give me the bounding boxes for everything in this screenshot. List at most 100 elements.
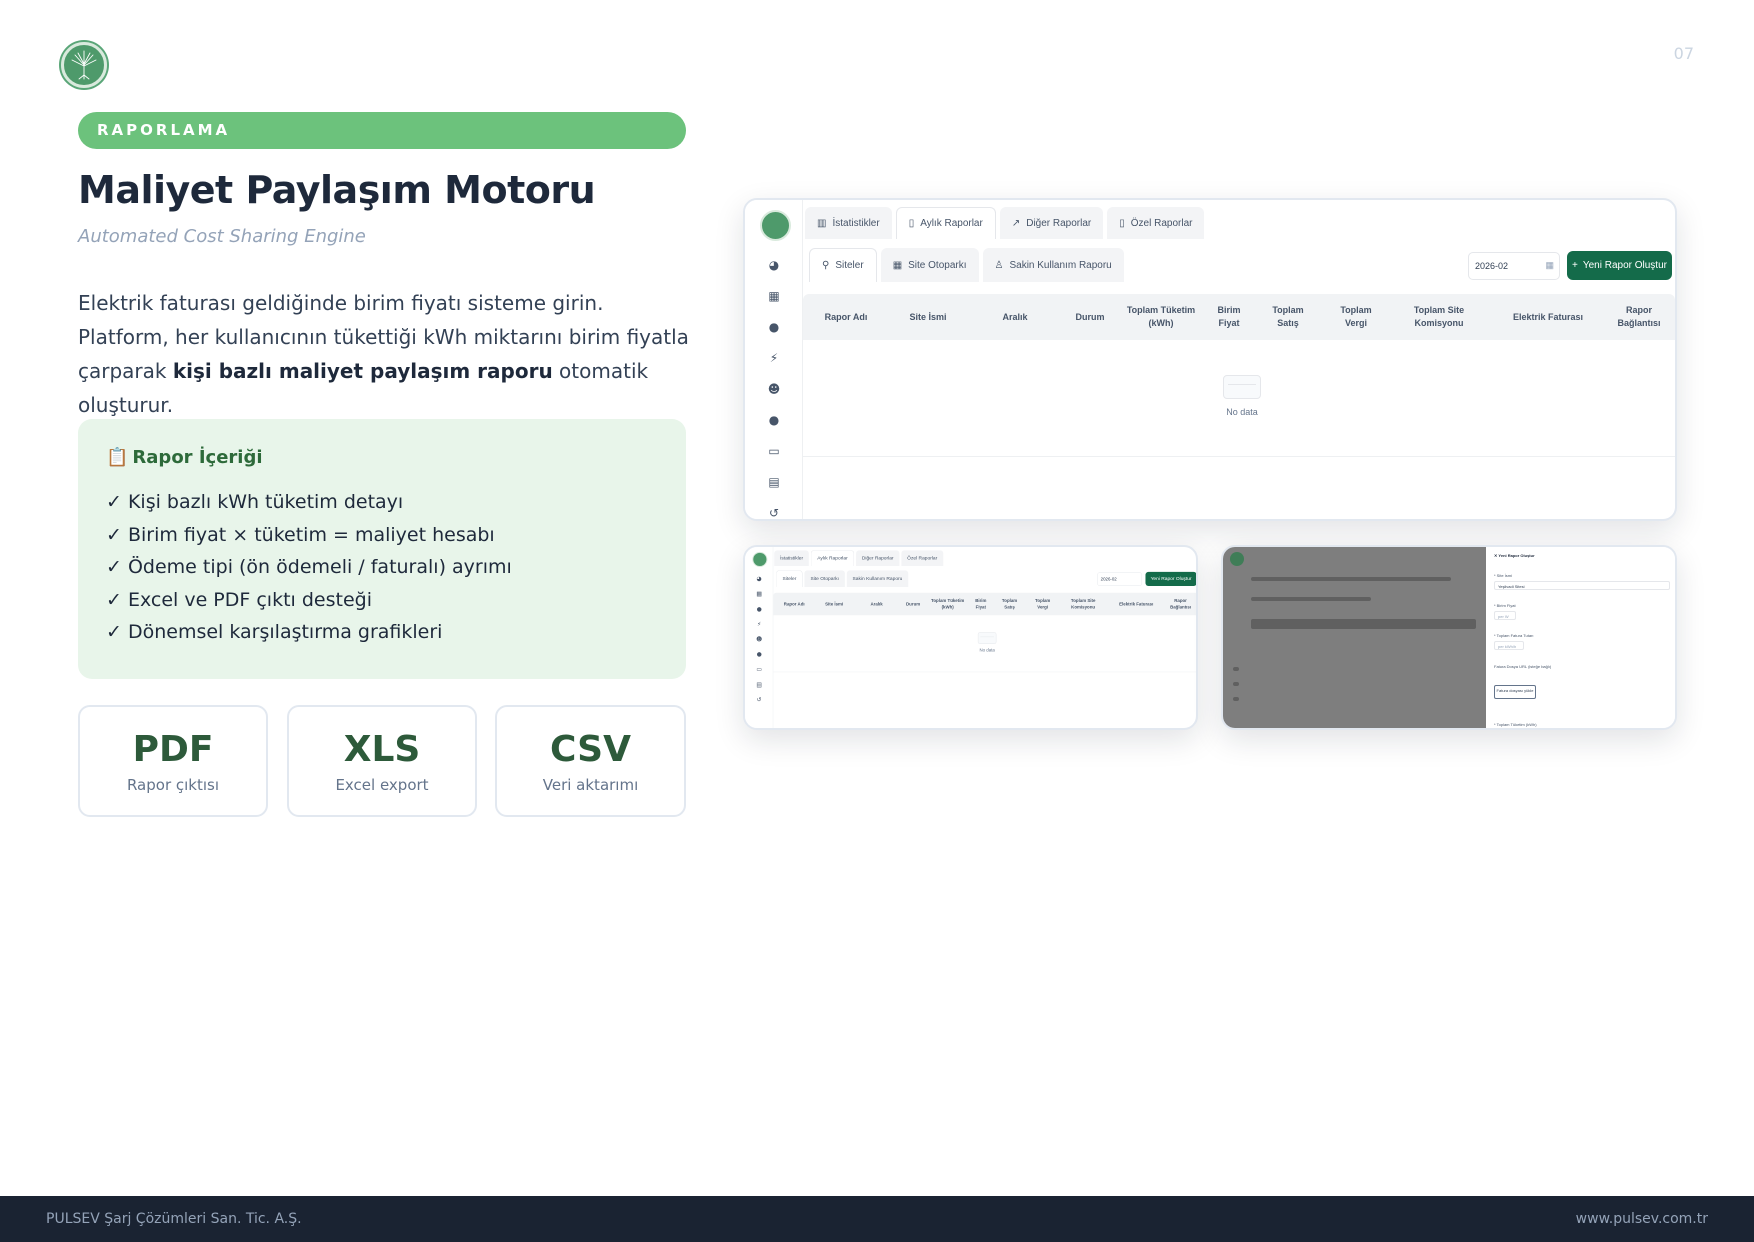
- format-card-pdf: PDF Rapor çıktısı: [78, 705, 268, 817]
- field-label-text: Birim Fiyat: [1496, 603, 1516, 608]
- list-item: ✓ Birim fiyat × tüketim = maliyet hesabı: [106, 523, 495, 546]
- page-number: 07: [1673, 44, 1694, 63]
- tab-site-parking[interactable]: ▦ Site Otoparkı: [880, 248, 979, 282]
- column-header: Rapor Bağlantısı: [1617, 305, 1661, 328]
- column-header: Rapor Adı: [783, 601, 805, 607]
- field-label: * Site İsmi: [1494, 573, 1513, 578]
- credit-card-icon[interactable]: ▭: [767, 444, 781, 458]
- tab-label: Siteler: [835, 260, 864, 271]
- location-pin-icon: ●: [756, 605, 762, 613]
- footer-website[interactable]: www.pulsev.com.tr: [1576, 1211, 1708, 1227]
- column-header: Durum: [906, 601, 921, 607]
- month-picker[interactable]: 2026-02 ▦: [1468, 252, 1560, 280]
- app-sidebar: ◕ ▦ ● ⚡ ☻ ● ▭ ▤ ↺: [745, 200, 803, 519]
- blurred-table-header: [1251, 619, 1476, 629]
- building-icon[interactable]: ▦: [767, 289, 781, 303]
- tab-label: Aylık Raporlar: [817, 555, 848, 562]
- month-picker-value: 2026-02: [1475, 261, 1509, 271]
- tab-resident-usage: Sakin Kullanım Raporu: [846, 570, 909, 587]
- new-report-button: Yeni Rapor Oluştur: [1145, 571, 1196, 586]
- blurred-sidebar: [1233, 697, 1239, 701]
- sites-icon: ⚲: [822, 260, 830, 271]
- sub-tabs: Siteler Site Otoparkı Sakin Kullanım Rap…: [773, 570, 909, 588]
- column-header: Toplam Satış: [1272, 305, 1304, 328]
- format-ext: CSV: [550, 729, 631, 770]
- pie-chart-icon[interactable]: ◕: [767, 258, 781, 272]
- upload-label: Fatura Dosya URL (isteğe bağlı): [1494, 664, 1552, 669]
- user-icon[interactable]: ●: [767, 413, 781, 427]
- tab-resident-usage[interactable]: ♙ Sakin Kullanım Raporu: [982, 248, 1124, 282]
- charger-icon: ⚡: [757, 620, 762, 628]
- tab-statistics[interactable]: ▥ İstatistikler: [805, 207, 892, 239]
- column-header: Toplam Vergi: [1035, 598, 1051, 610]
- thumbnail-content: ◕ ▦ ● ⚡ ☻ ● ▭ ▤ ↺ İstatistikler Aylık Ra…: [745, 547, 1196, 728]
- page-subtitle: Automated Cost Sharing Engine: [78, 226, 366, 247]
- format-card-xls: XLS Excel export: [287, 705, 477, 817]
- month-picker: 2026-02: [1097, 572, 1143, 586]
- tab-other-reports[interactable]: ↗ Diğer Raporlar: [999, 207, 1104, 239]
- list-item: ✓ Ödeme tipi (ön ödemeli / faturalı) ayr…: [106, 556, 512, 579]
- history-icon: ↺: [756, 696, 762, 703]
- section-tag: RAPORLAMA: [78, 112, 686, 149]
- column-header: Toplam Tüketim (kWh): [1126, 305, 1196, 328]
- clipboard-icon: 📋: [106, 447, 129, 468]
- column-header: Toplam Vergi: [1340, 305, 1372, 328]
- history-icon[interactable]: ↺: [767, 506, 781, 519]
- column-header: Durum: [1075, 311, 1105, 322]
- table-header: Rapor Adı Site İsmi Aralık Durum Toplam …: [803, 294, 1675, 340]
- tab-statistics: İstatistikler: [774, 550, 809, 567]
- tab-label: Diğer Raporlar: [1026, 217, 1092, 229]
- site-select[interactable]: Yeşilvadi Sitesi: [1494, 581, 1670, 590]
- empty-state: No data: [973, 632, 1002, 653]
- blurred-subtabs: [1251, 597, 1371, 601]
- column-header: Toplam Site Komisyonu: [1413, 305, 1465, 328]
- footer-company: PULSEV Şarj Çözümleri San. Tic. A.Ş.: [46, 1211, 302, 1227]
- empty-state: No data: [1212, 375, 1272, 417]
- top-tabs: ▥ İstatistikler ▯ Aylık Raporlar ↗ Diğer Ra…: [803, 200, 1205, 244]
- tab-label: Site Otoparkı: [908, 259, 967, 271]
- empty-inbox-icon: [977, 632, 997, 644]
- tab-label: İstatistikler: [832, 217, 880, 229]
- tab-custom-reports[interactable]: ▯ Özel Raporlar: [1107, 207, 1205, 239]
- pie-chart-icon: ◕: [756, 575, 762, 583]
- new-report-button[interactable]: + Yeni Rapor Oluştur: [1567, 251, 1672, 280]
- format-label: Rapor çıktısı: [126, 776, 220, 794]
- report-content-box: 📋 Rapor İçeriği ✓ Kişi bazlı kWh tüketim…: [78, 419, 686, 679]
- blurred-sidebar: [1233, 682, 1239, 686]
- app-logo: [760, 210, 791, 241]
- sub-tabs: ⚲ Siteler ▦ Site Otoparkı ♙ Sakin Kullanım …: [803, 248, 1124, 284]
- invoice-total-input[interactable]: per kWh/h: [1494, 641, 1524, 650]
- column-header: Elektrik Faturası: [1512, 311, 1584, 322]
- field-label: * Birim Fiyat: [1494, 603, 1516, 608]
- tab-monthly-reports[interactable]: ▯ Aylık Raporlar: [895, 207, 996, 239]
- unit-price-input[interactable]: per W: [1494, 611, 1516, 620]
- receipt-icon[interactable]: ▤: [767, 475, 781, 489]
- description-bold: kişi bazlı maliyet paylaşım raporu: [172, 359, 553, 383]
- users-icon[interactable]: ☻: [767, 382, 781, 396]
- report-content-title-text: Rapor İçeriği: [132, 447, 263, 468]
- charger-icon[interactable]: ⚡: [767, 351, 781, 365]
- list-item: ✓ Dönemsel karşılaştırma grafikleri: [106, 621, 443, 644]
- user-outline-icon: ♙: [994, 259, 1004, 271]
- receipt-icon: ▤: [756, 680, 762, 688]
- tab-label: Aylık Raporlar: [920, 218, 983, 229]
- users-icon: ☻: [756, 635, 763, 643]
- tab-other-reports: Diğer Raporlar: [856, 550, 900, 567]
- tab-sites: Siteler: [776, 570, 803, 587]
- empty-state-text: No data: [1226, 407, 1258, 417]
- tab-sites[interactable]: ⚲ Siteler: [809, 248, 877, 282]
- column-header: Birim Fiyat: [1217, 305, 1241, 328]
- format-card-csv: CSV Veri aktarımı: [495, 705, 686, 817]
- column-header: Rapor Bağlantısı: [1170, 598, 1192, 610]
- document-icon: ▯: [908, 218, 915, 229]
- upload-invoice-button[interactable]: Fatura dosyası yükle: [1494, 685, 1536, 699]
- reports-thumbnail: ◕ ▦ ● ⚡ ☻ ● ▭ ▤ ↺ İstatistikler Aylık Ra…: [743, 545, 1198, 730]
- new-report-button-label: Yeni Rapor Oluştur: [1150, 576, 1192, 582]
- credit-card-icon: ▭: [756, 665, 762, 673]
- table-icon: ▦: [892, 259, 903, 271]
- location-pin-icon[interactable]: ●: [767, 320, 781, 334]
- tab-label: Sakin Kullanım Raporu: [1009, 259, 1112, 271]
- divider: [803, 456, 1675, 457]
- plus-icon: +: [1572, 260, 1578, 271]
- blurred-sidebar: [1233, 667, 1239, 671]
